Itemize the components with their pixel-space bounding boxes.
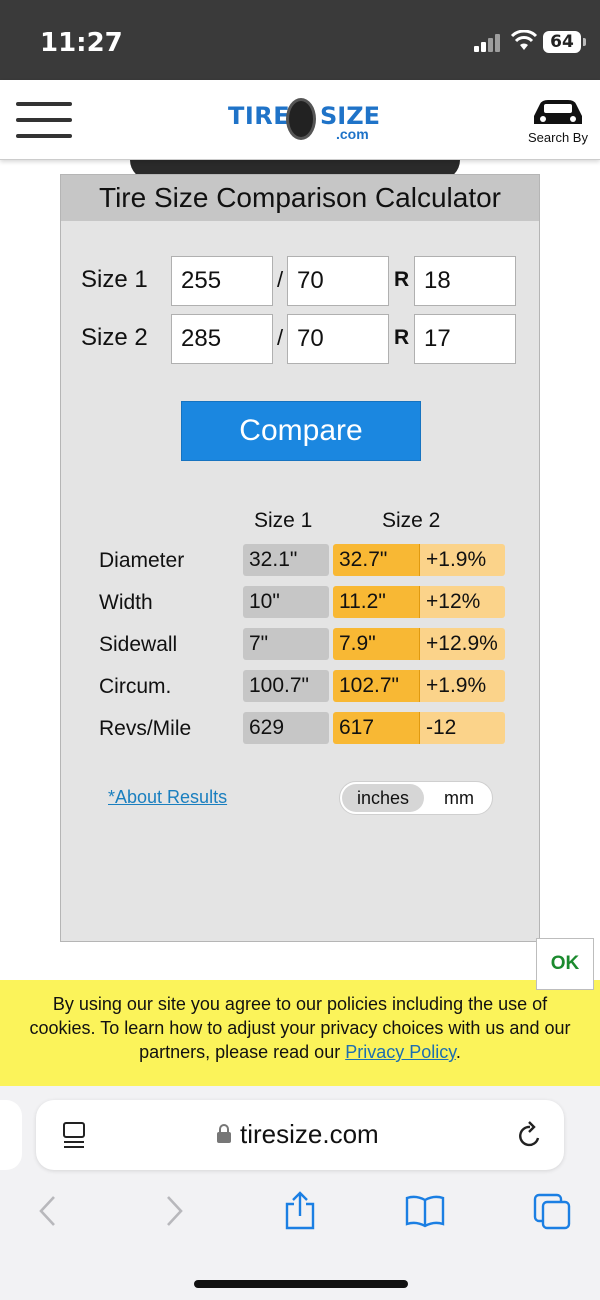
result-label: Diameter	[99, 549, 185, 572]
cookie-text-end: .	[455, 1042, 461, 1062]
home-indicator	[194, 1280, 408, 1288]
size-2-rim-input[interactable]	[414, 314, 516, 364]
back-icon[interactable]	[36, 1194, 58, 1228]
result-label: Width	[99, 591, 153, 614]
column-header-size-2: Size 2	[382, 509, 441, 532]
result-difference: +1.9%	[419, 544, 505, 576]
cellular-signal-icon	[474, 32, 504, 52]
reload-icon[interactable]	[516, 1120, 544, 1150]
privacy-policy-link[interactable]: Privacy Policy	[345, 1042, 456, 1062]
unit-toggle[interactable]: inches mm	[339, 781, 493, 815]
result-size-2-value: 11.2"	[333, 586, 419, 618]
size-1-label: Size 1	[81, 266, 148, 293]
address-bar[interactable]: tiresize.com	[36, 1100, 564, 1170]
lock-icon	[217, 1124, 231, 1143]
calculator-title: Tire Size Comparison Calculator	[99, 182, 501, 213]
cookie-message: By using our site you agree to our polic…	[29, 994, 571, 1062]
status-time: 11:27	[40, 28, 123, 58]
tabs-icon[interactable]	[532, 1192, 572, 1230]
site-header: TIRE SIZE .com Search By	[0, 80, 600, 160]
result-label: Circum.	[99, 675, 172, 698]
calculator-title-bar: Tire Size Comparison Calculator	[61, 175, 539, 221]
result-size-1-value: 100.7"	[243, 670, 329, 702]
size-1-rim-prefix: R	[394, 268, 410, 291]
browser-toolbar: tiresize.com	[0, 1086, 600, 1300]
car-icon	[534, 100, 582, 124]
page-menu-icon[interactable]	[62, 1122, 88, 1150]
size-1-width-input[interactable]	[171, 256, 273, 306]
size-2-aspect-input[interactable]	[287, 314, 389, 364]
size-1-separator: /	[277, 267, 284, 292]
result-size-1-value: 10"	[243, 586, 329, 618]
battery-icon: 64	[543, 31, 586, 53]
previous-tab-peek[interactable]	[0, 1100, 22, 1170]
search-by-label: Search By	[528, 130, 588, 145]
size-2-rim-prefix: R	[394, 326, 410, 349]
result-size-2-value: 102.7"	[333, 670, 419, 702]
size-2-width-input[interactable]	[171, 314, 273, 364]
cookie-banner: By using our site you agree to our polic…	[0, 980, 600, 1086]
result-difference: +1.9%	[419, 670, 505, 702]
unit-option-mm[interactable]: mm	[428, 784, 490, 812]
forward-icon[interactable]	[164, 1194, 186, 1228]
bookmarks-icon[interactable]	[404, 1194, 446, 1228]
size-1-aspect-input[interactable]	[287, 256, 389, 306]
result-size-1-value: 32.1"	[243, 544, 329, 576]
column-header-size-1: Size 1	[254, 509, 313, 532]
url-text: tiresize.com	[240, 1119, 379, 1149]
tiresize-logo[interactable]: TIRE SIZE .com	[228, 98, 380, 142]
hamburger-menu-button[interactable]	[16, 102, 72, 138]
cookie-ok-button[interactable]: OK	[536, 938, 594, 990]
status-bar: 11:27 64	[0, 0, 600, 80]
result-difference: -12	[419, 712, 505, 744]
result-difference: +12%	[419, 586, 505, 618]
compare-button[interactable]: Compare	[181, 401, 421, 461]
result-size-2-value: 7.9"	[333, 628, 419, 660]
size-1-rim-input[interactable]	[414, 256, 516, 306]
result-label: Revs/Mile	[99, 717, 192, 740]
size-2-separator: /	[277, 325, 284, 350]
result-size-2-value: 32.7"	[333, 544, 419, 576]
wifi-icon	[510, 30, 538, 50]
share-icon[interactable]	[282, 1190, 318, 1230]
size-2-row: Size 2 / R	[61, 314, 541, 364]
size-1-row: Size 1 / R	[61, 256, 541, 306]
cookie-text: By using our site you agree to our polic…	[0, 980, 600, 1064]
result-size-2-value: 617	[333, 712, 419, 744]
unit-option-inches[interactable]: inches	[342, 784, 424, 812]
size-2-label: Size 2	[81, 324, 148, 351]
result-difference: +12.9%	[419, 628, 505, 660]
result-label: Sidewall	[99, 633, 178, 656]
comparison-calculator: Tire Size Comparison Calculator Size 1 /…	[60, 174, 540, 942]
tire-icon	[286, 98, 316, 140]
result-size-1-value: 629	[243, 712, 329, 744]
result-size-1-value: 7"	[243, 628, 329, 660]
about-results-link[interactable]: *About Results	[108, 787, 227, 808]
search-by-button[interactable]: Search By	[524, 96, 592, 152]
